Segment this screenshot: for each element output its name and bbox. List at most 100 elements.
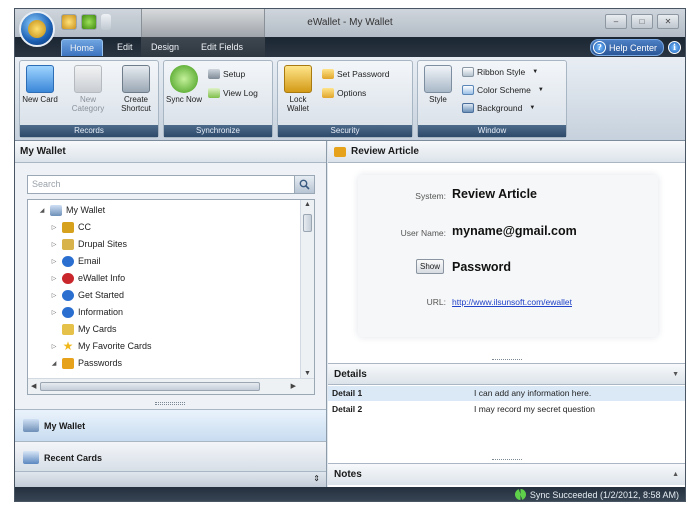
notes-header[interactable]: Notes ▲ (328, 463, 685, 485)
status-bar: Sync Succeeded (1/2/2012, 8:58 AM) (15, 487, 685, 501)
help-center-button[interactable]: ? Help Center (589, 39, 664, 56)
tree-item-get-started[interactable]: ▷ Get Started (50, 287, 124, 303)
maximize-button[interactable]: □ (631, 14, 653, 29)
tree-item-my-favorite-cards[interactable]: ▷ ★ My Favorite Cards (50, 338, 152, 354)
ribbon-style-dropdown[interactable]: Ribbon Style ▼ (462, 67, 538, 77)
tab-design[interactable]: Design (143, 39, 187, 56)
set-password-button[interactable]: Set Password (322, 69, 389, 79)
info-icon (62, 255, 74, 267)
about-info-icon[interactable]: i (668, 41, 681, 54)
tree-vertical-scrollbar[interactable]: ▲ ▼ (300, 200, 314, 378)
card-details: System: Review Article User Name: myname… (358, 175, 658, 337)
window-controls: – □ ✕ (605, 14, 679, 29)
expand-arrow-icon[interactable]: ▷ (50, 292, 58, 299)
security-group: Lock Wallet Set Password Options Securit… (277, 60, 413, 138)
info-icon (62, 289, 74, 301)
recent-cards-icon (23, 451, 39, 464)
tree-item-information[interactable]: ▷ Information (50, 304, 123, 320)
configure-buttons-icon[interactable]: ⇕ (313, 474, 320, 483)
collapse-arrow-icon[interactable]: ◢ (50, 360, 58, 367)
scroll-down-icon[interactable]: ▼ (304, 370, 311, 377)
tree-item-my-wallet[interactable]: ◢ My Wallet (38, 202, 105, 218)
tree-horizontal-scrollbar[interactable]: ◀ ▶ (28, 378, 314, 394)
new-card-icon (26, 65, 54, 93)
expand-arrow-icon[interactable]: ▷ (50, 258, 58, 265)
card-splitter-grip[interactable] (492, 359, 522, 362)
vertical-scroll-thumb[interactable] (303, 214, 312, 232)
card-title-bar: Review Article (328, 141, 685, 163)
folder-icon (62, 238, 74, 250)
search-input[interactable]: Search (27, 175, 315, 194)
window-group-label: Window (418, 125, 566, 137)
scroll-left-icon[interactable]: ◀ (31, 382, 36, 390)
expand-arrow-icon[interactable]: ▷ (50, 224, 58, 231)
background-dropdown[interactable]: Background ▼ (462, 103, 535, 113)
setup-button[interactable]: Setup (208, 69, 245, 79)
search-button[interactable] (294, 176, 314, 193)
collapse-arrow-icon[interactable]: ◢ (38, 207, 46, 214)
chevron-down-icon: ▼ (529, 105, 536, 111)
detail-row[interactable]: Detail 1 I can add any information here. (328, 386, 685, 401)
wallet-icon (50, 204, 62, 216)
url-link[interactable]: http://www.ilsunsoft.com/ewallet (452, 297, 572, 307)
system-value: Review Article (452, 187, 537, 201)
horizontal-scroll-thumb[interactable] (40, 382, 260, 391)
pane-splitter-grip[interactable] (155, 402, 185, 405)
details-title: Details (334, 369, 367, 380)
folder-icon (62, 323, 74, 335)
tree-item-drupal-sites[interactable]: ▷ Drupal Sites (50, 236, 127, 252)
show-password-button[interactable]: Show (416, 259, 444, 274)
wallet-logo-icon (28, 20, 46, 38)
title-bar: eWallet - My Wallet – □ ✕ (15, 9, 685, 37)
expand-arrow-icon[interactable]: ▷ (50, 309, 58, 316)
sync-now-button[interactable]: Sync Now (166, 65, 202, 104)
wallet-icon (23, 419, 39, 432)
tree-item-ewallet-info[interactable]: ▷ eWallet Info (50, 270, 125, 286)
style-icon (424, 65, 452, 93)
records-group-label: Records (20, 125, 158, 137)
star-icon: ★ (62, 339, 74, 353)
new-category-button[interactable]: New Category (70, 65, 106, 113)
new-card-button[interactable]: New Card (22, 65, 58, 104)
details-splitter-grip[interactable] (492, 459, 522, 462)
expand-arrow-icon[interactable]: ▷ (50, 241, 58, 248)
minimize-button[interactable]: – (605, 14, 627, 29)
search-icon (299, 179, 310, 190)
detail-row[interactable]: Detail 2 I may record my secret question (328, 402, 685, 417)
password-icon (322, 69, 334, 79)
key-icon (334, 146, 346, 157)
log-icon (208, 88, 220, 98)
tree-item-cc[interactable]: ▷ CC (50, 219, 91, 235)
scroll-right-icon[interactable]: ▶ (291, 382, 296, 390)
options-button[interactable]: Options (322, 88, 366, 98)
style-button[interactable]: Style (420, 65, 456, 104)
color-scheme-dropdown[interactable]: Color Scheme ▼ (462, 85, 544, 95)
nav-button-my-wallet[interactable]: My Wallet (15, 409, 326, 441)
details-header[interactable]: Details ▼ (328, 363, 685, 385)
tab-home[interactable]: Home (61, 39, 104, 56)
expand-arrow-icon[interactable]: ▷ (50, 343, 58, 350)
wallet-tree[interactable]: ◢ My Wallet ▷ CC ▷ Drupal Sites ▷ Email … (27, 199, 315, 395)
tree-item-passwords[interactable]: ◢ Passwords (50, 355, 122, 371)
sync-success-icon (514, 489, 526, 500)
close-button[interactable]: ✕ (657, 14, 679, 29)
ewallet-info-icon (62, 272, 74, 284)
lock-wallet-button[interactable]: Lock Wallet (280, 65, 316, 113)
tab-edit[interactable]: Edit (109, 39, 141, 56)
tree-item-my-cards[interactable]: My Cards (50, 321, 117, 337)
tree-item-email[interactable]: ▷ Email (50, 253, 101, 269)
create-shortcut-button[interactable]: Create Shortcut (118, 65, 154, 113)
navigation-pane: My Wallet Search ◢ My Wallet ▷ CC ▷ Drup… (15, 141, 327, 487)
application-orb-button[interactable] (19, 11, 55, 47)
ribbon-tab-bar: Home Edit Design Edit Fields ? Help Cent… (15, 37, 685, 57)
nav-button-recent-cards[interactable]: Recent Cards (15, 441, 326, 473)
search-placeholder: Search (32, 179, 61, 189)
ribbon-style-icon (462, 67, 474, 77)
view-log-button[interactable]: View Log (208, 88, 258, 98)
expand-icon[interactable]: ▲ (672, 464, 679, 485)
expand-arrow-icon[interactable]: ▷ (50, 275, 58, 282)
app-window: eWallet - My Wallet – □ ✕ Home Edit Desi… (14, 8, 686, 502)
collapse-icon[interactable]: ▼ (672, 364, 679, 385)
scroll-up-icon[interactable]: ▲ (304, 201, 311, 208)
tab-edit-fields[interactable]: Edit Fields (193, 39, 251, 56)
